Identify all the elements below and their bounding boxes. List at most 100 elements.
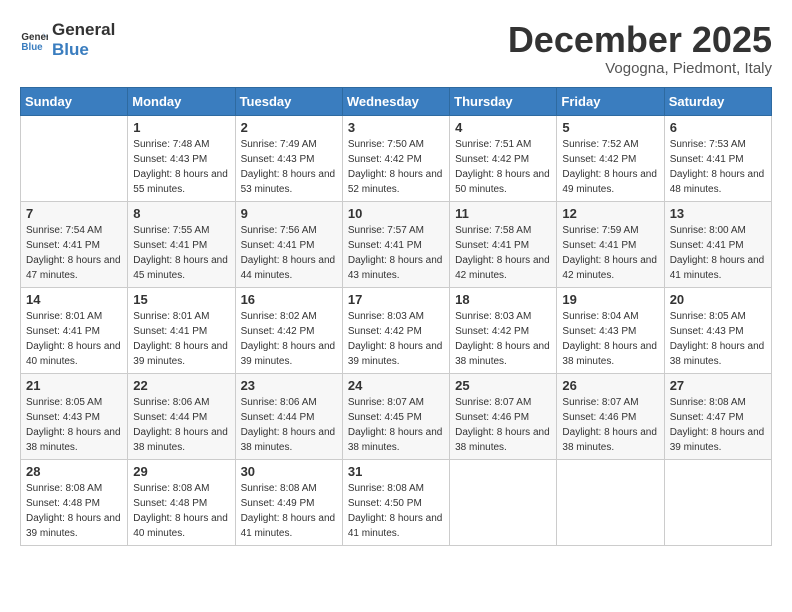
daylight-text: Daylight: 8 hours and 42 minutes.: [455, 255, 550, 281]
sunrise-text: Sunrise: 7:50 AM: [348, 139, 424, 150]
weekday-header-friday: Friday: [557, 87, 664, 115]
sunset-text: Sunset: 4:44 PM: [241, 412, 315, 423]
daylight-text: Daylight: 8 hours and 40 minutes.: [26, 341, 121, 367]
day-number: 25: [455, 378, 551, 393]
sunset-text: Sunset: 4:42 PM: [241, 326, 315, 337]
day-number: 7: [26, 206, 122, 221]
day-number: 28: [26, 464, 122, 479]
sunrise-text: Sunrise: 7:54 AM: [26, 225, 102, 236]
sunrise-text: Sunrise: 8:01 AM: [133, 311, 209, 322]
sunset-text: Sunset: 4:43 PM: [133, 154, 207, 165]
calendar-cell: 15 Sunrise: 8:01 AM Sunset: 4:41 PM Dayl…: [128, 287, 235, 373]
sunset-text: Sunset: 4:42 PM: [455, 154, 529, 165]
weekday-header-monday: Monday: [128, 87, 235, 115]
calendar-cell: 17 Sunrise: 8:03 AM Sunset: 4:42 PM Dayl…: [342, 287, 449, 373]
cell-info: Sunrise: 8:03 AM Sunset: 4:42 PM Dayligh…: [348, 309, 444, 369]
cell-info: Sunrise: 8:08 AM Sunset: 4:48 PM Dayligh…: [133, 481, 229, 541]
logo-blue-text: Blue: [52, 40, 115, 60]
cell-info: Sunrise: 8:01 AM Sunset: 4:41 PM Dayligh…: [133, 309, 229, 369]
calendar-cell: 27 Sunrise: 8:08 AM Sunset: 4:47 PM Dayl…: [664, 373, 771, 459]
daylight-text: Daylight: 8 hours and 39 minutes.: [670, 427, 765, 453]
sunrise-text: Sunrise: 8:08 AM: [241, 483, 317, 494]
cell-info: Sunrise: 8:08 AM Sunset: 4:50 PM Dayligh…: [348, 481, 444, 541]
calendar-cell: 9 Sunrise: 7:56 AM Sunset: 4:41 PM Dayli…: [235, 201, 342, 287]
daylight-text: Daylight: 8 hours and 39 minutes.: [241, 341, 336, 367]
calendar-week-5: 28 Sunrise: 8:08 AM Sunset: 4:48 PM Dayl…: [21, 459, 772, 545]
daylight-text: Daylight: 8 hours and 45 minutes.: [133, 255, 228, 281]
calendar-cell: [21, 115, 128, 201]
sunset-text: Sunset: 4:42 PM: [348, 326, 422, 337]
calendar-cell: 30 Sunrise: 8:08 AM Sunset: 4:49 PM Dayl…: [235, 459, 342, 545]
cell-info: Sunrise: 8:05 AM Sunset: 4:43 PM Dayligh…: [26, 395, 122, 455]
daylight-text: Daylight: 8 hours and 38 minutes.: [562, 427, 657, 453]
daylight-text: Daylight: 8 hours and 53 minutes.: [241, 169, 336, 195]
day-number: 9: [241, 206, 337, 221]
logo-icon: General Blue: [20, 26, 48, 54]
calendar-cell: 20 Sunrise: 8:05 AM Sunset: 4:43 PM Dayl…: [664, 287, 771, 373]
day-number: 4: [455, 120, 551, 135]
cell-info: Sunrise: 8:06 AM Sunset: 4:44 PM Dayligh…: [241, 395, 337, 455]
weekday-header-tuesday: Tuesday: [235, 87, 342, 115]
sunrise-text: Sunrise: 8:08 AM: [670, 397, 746, 408]
sunrise-text: Sunrise: 8:04 AM: [562, 311, 638, 322]
daylight-text: Daylight: 8 hours and 40 minutes.: [133, 513, 228, 539]
sunset-text: Sunset: 4:46 PM: [455, 412, 529, 423]
day-number: 14: [26, 292, 122, 307]
sunset-text: Sunset: 4:41 PM: [562, 240, 636, 251]
calendar-cell: 5 Sunrise: 7:52 AM Sunset: 4:42 PM Dayli…: [557, 115, 664, 201]
sunrise-text: Sunrise: 8:07 AM: [562, 397, 638, 408]
sunset-text: Sunset: 4:43 PM: [241, 154, 315, 165]
daylight-text: Daylight: 8 hours and 38 minutes.: [455, 341, 550, 367]
day-number: 24: [348, 378, 444, 393]
daylight-text: Daylight: 8 hours and 55 minutes.: [133, 169, 228, 195]
sunset-text: Sunset: 4:41 PM: [26, 326, 100, 337]
day-number: 23: [241, 378, 337, 393]
daylight-text: Daylight: 8 hours and 39 minutes.: [348, 341, 443, 367]
calendar-cell: 18 Sunrise: 8:03 AM Sunset: 4:42 PM Dayl…: [450, 287, 557, 373]
cell-info: Sunrise: 8:07 AM Sunset: 4:46 PM Dayligh…: [562, 395, 658, 455]
cell-info: Sunrise: 8:08 AM Sunset: 4:49 PM Dayligh…: [241, 481, 337, 541]
sunset-text: Sunset: 4:41 PM: [670, 154, 744, 165]
sunrise-text: Sunrise: 8:07 AM: [348, 397, 424, 408]
calendar-cell: 6 Sunrise: 7:53 AM Sunset: 4:41 PM Dayli…: [664, 115, 771, 201]
calendar-cell: 24 Sunrise: 8:07 AM Sunset: 4:45 PM Dayl…: [342, 373, 449, 459]
calendar-cell: 23 Sunrise: 8:06 AM Sunset: 4:44 PM Dayl…: [235, 373, 342, 459]
sunrise-text: Sunrise: 8:08 AM: [133, 483, 209, 494]
month-title: December 2025: [508, 20, 772, 60]
sunrise-text: Sunrise: 7:48 AM: [133, 139, 209, 150]
day-number: 12: [562, 206, 658, 221]
daylight-text: Daylight: 8 hours and 38 minutes.: [670, 341, 765, 367]
sunrise-text: Sunrise: 7:58 AM: [455, 225, 531, 236]
cell-info: Sunrise: 7:49 AM Sunset: 4:43 PM Dayligh…: [241, 137, 337, 197]
calendar-cell: 11 Sunrise: 7:58 AM Sunset: 4:41 PM Dayl…: [450, 201, 557, 287]
cell-info: Sunrise: 7:53 AM Sunset: 4:41 PM Dayligh…: [670, 137, 766, 197]
day-number: 30: [241, 464, 337, 479]
calendar-cell: 25 Sunrise: 8:07 AM Sunset: 4:46 PM Dayl…: [450, 373, 557, 459]
calendar-cell: 1 Sunrise: 7:48 AM Sunset: 4:43 PM Dayli…: [128, 115, 235, 201]
sunset-text: Sunset: 4:41 PM: [241, 240, 315, 251]
sunrise-text: Sunrise: 8:06 AM: [133, 397, 209, 408]
calendar-week-1: 1 Sunrise: 7:48 AM Sunset: 4:43 PM Dayli…: [21, 115, 772, 201]
sunset-text: Sunset: 4:46 PM: [562, 412, 636, 423]
cell-info: Sunrise: 7:56 AM Sunset: 4:41 PM Dayligh…: [241, 223, 337, 283]
daylight-text: Daylight: 8 hours and 48 minutes.: [670, 169, 765, 195]
location: Vogogna, Piedmont, Italy: [508, 60, 772, 77]
cell-info: Sunrise: 8:00 AM Sunset: 4:41 PM Dayligh…: [670, 223, 766, 283]
sunrise-text: Sunrise: 8:01 AM: [26, 311, 102, 322]
daylight-text: Daylight: 8 hours and 38 minutes.: [133, 427, 228, 453]
weekday-header-thursday: Thursday: [450, 87, 557, 115]
weekday-header-wednesday: Wednesday: [342, 87, 449, 115]
calendar-cell: 13 Sunrise: 8:00 AM Sunset: 4:41 PM Dayl…: [664, 201, 771, 287]
calendar-table: SundayMondayTuesdayWednesdayThursdayFrid…: [20, 87, 772, 546]
sunrise-text: Sunrise: 8:03 AM: [348, 311, 424, 322]
day-number: 27: [670, 378, 766, 393]
calendar-week-3: 14 Sunrise: 8:01 AM Sunset: 4:41 PM Dayl…: [21, 287, 772, 373]
daylight-text: Daylight: 8 hours and 50 minutes.: [455, 169, 550, 195]
cell-info: Sunrise: 8:08 AM Sunset: 4:48 PM Dayligh…: [26, 481, 122, 541]
daylight-text: Daylight: 8 hours and 42 minutes.: [562, 255, 657, 281]
daylight-text: Daylight: 8 hours and 38 minutes.: [348, 427, 443, 453]
calendar-cell: 29 Sunrise: 8:08 AM Sunset: 4:48 PM Dayl…: [128, 459, 235, 545]
calendar-cell: 26 Sunrise: 8:07 AM Sunset: 4:46 PM Dayl…: [557, 373, 664, 459]
sunrise-text: Sunrise: 7:53 AM: [670, 139, 746, 150]
sunset-text: Sunset: 4:49 PM: [241, 498, 315, 509]
